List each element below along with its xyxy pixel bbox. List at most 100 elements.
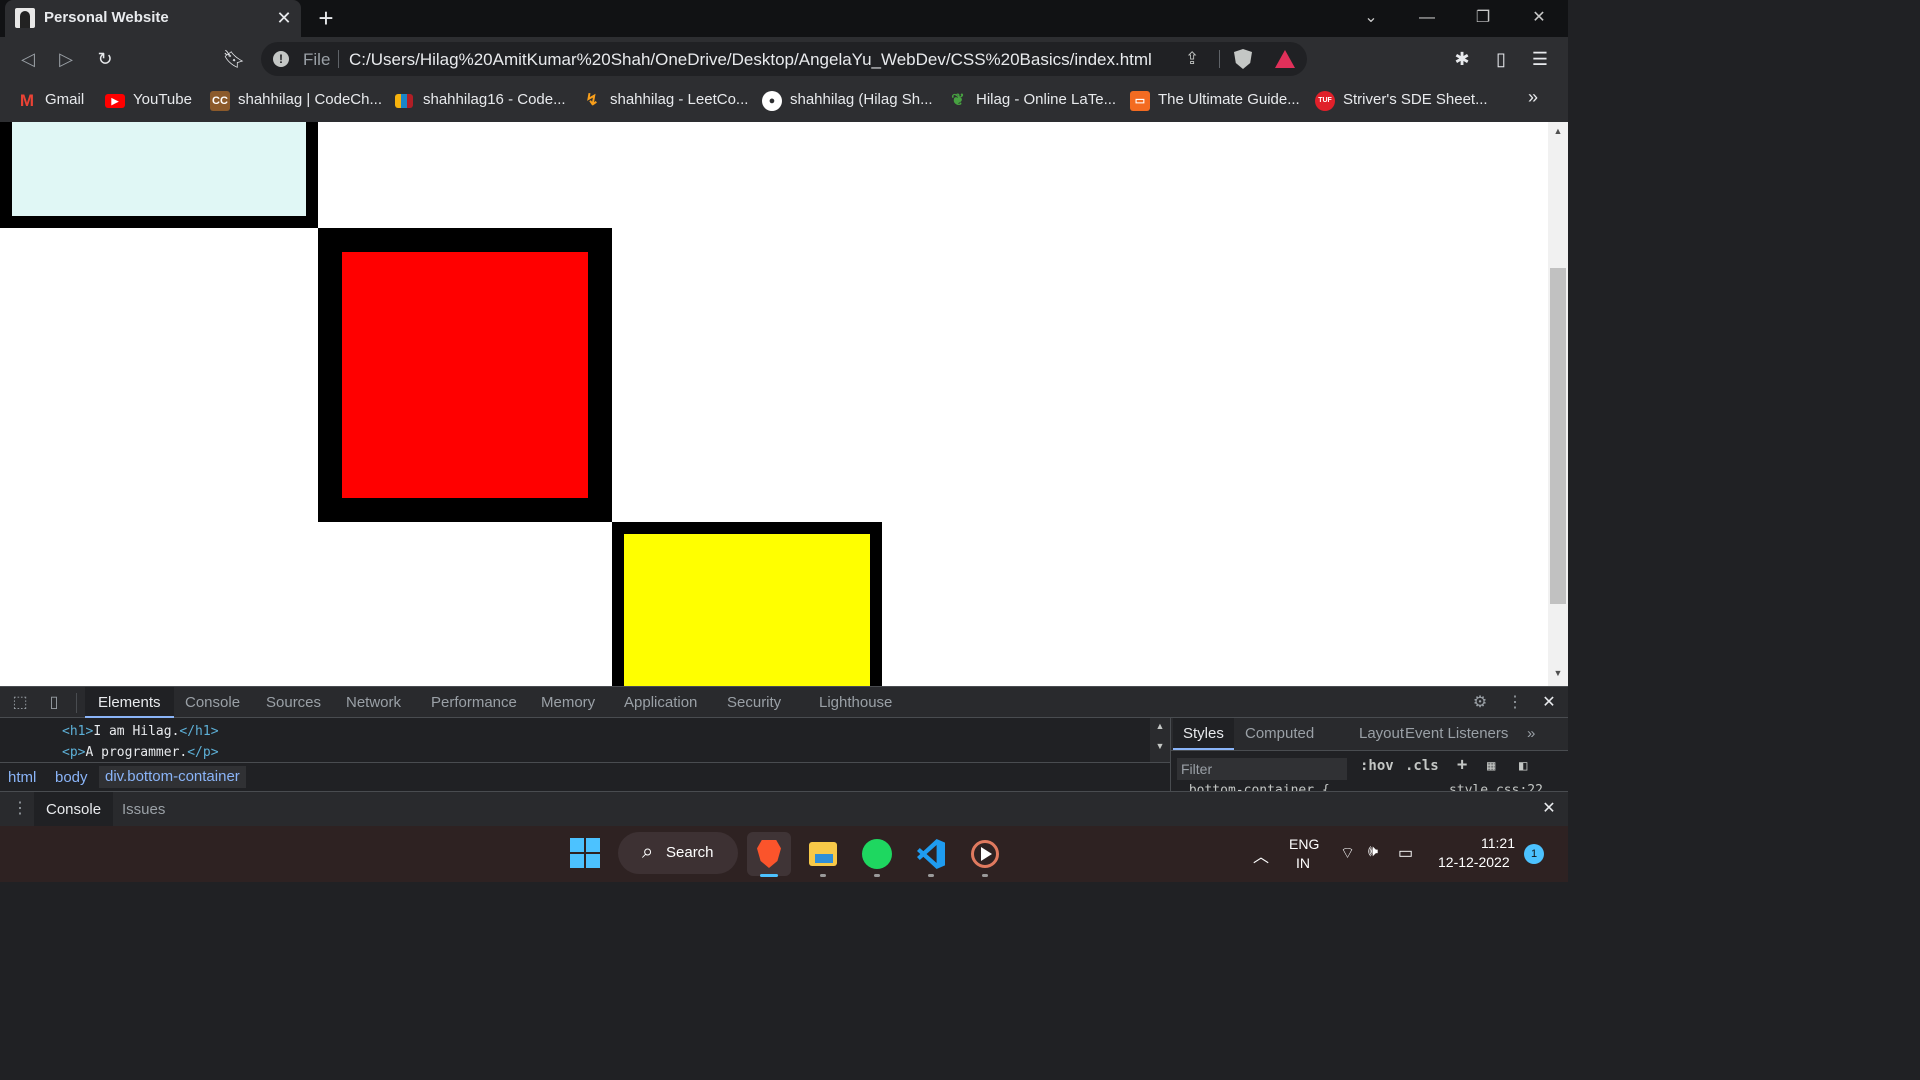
dom-tree[interactable]: <h1>I am Hilag.</h1> <p>A programmer.</p… bbox=[0, 718, 1170, 762]
scrollbar-thumb[interactable] bbox=[1550, 268, 1566, 604]
forward-icon[interactable]: ▷ bbox=[52, 45, 80, 73]
dom-scroll-down-icon[interactable]: ▼ bbox=[1150, 741, 1170, 751]
codeforces-icon bbox=[395, 94, 413, 108]
styles-filter-input[interactable]: Filter bbox=[1177, 758, 1347, 780]
bookmark-label: Striver's SDE Sheet... bbox=[1343, 91, 1488, 108]
bookmark-icon[interactable]: 🔖︎ bbox=[220, 45, 248, 73]
kebab-menu-icon[interactable]: ⋮ bbox=[1503, 692, 1527, 714]
styles-pane: Styles Computed Layout Event Listeners »… bbox=[1170, 718, 1568, 791]
brave-active-indicator bbox=[760, 874, 778, 877]
cls-toggle[interactable]: .cls bbox=[1405, 758, 1439, 774]
cyan-box bbox=[0, 122, 318, 228]
notification-badge[interactable]: 1 bbox=[1524, 844, 1544, 864]
tab-sources[interactable]: Sources bbox=[253, 687, 334, 718]
url-text[interactable]: C:/Users/Hilag%20AmitKumar%20Shah/OneDri… bbox=[349, 50, 1152, 70]
reload-icon[interactable]: ↻ bbox=[91, 45, 119, 73]
tab-performance[interactable]: Performance bbox=[418, 687, 530, 718]
bookmark-label: shahhilag - LeetCo... bbox=[610, 91, 749, 108]
new-rule-icon[interactable]: + bbox=[1457, 755, 1467, 775]
close-devtools-icon[interactable]: ✕ bbox=[1537, 692, 1561, 714]
back-icon[interactable]: ◁ bbox=[14, 45, 42, 73]
volume-icon[interactable]: 🕪︎ bbox=[1368, 843, 1378, 861]
minimize-button[interactable]: — bbox=[1407, 4, 1447, 32]
codechef-icon: CC bbox=[210, 91, 230, 111]
dom-scroll-up-icon[interactable]: ▲ bbox=[1150, 721, 1170, 731]
yellow-box bbox=[612, 522, 882, 686]
crumb-body[interactable]: body bbox=[55, 769, 88, 786]
spotify-icon[interactable] bbox=[855, 832, 899, 876]
file-explorer-icon[interactable] bbox=[801, 832, 845, 876]
scroll-up-arrow-icon[interactable]: ▲ bbox=[1548, 126, 1568, 136]
toggle-sidebar-icon[interactable]: ◧ bbox=[1519, 758, 1527, 774]
close-drawer-icon[interactable]: ✕ bbox=[1537, 798, 1561, 820]
inspect-element-icon[interactable]: ⬚ bbox=[8, 692, 32, 714]
tab-network[interactable]: Network bbox=[333, 687, 414, 718]
brave-shields-icon[interactable] bbox=[1234, 49, 1252, 69]
address-bar[interactable]: ! File C:/Users/Hilag%20AmitKumar%20Shah… bbox=[261, 42, 1307, 76]
new-tab-button[interactable]: + bbox=[312, 4, 340, 32]
brave-app-icon[interactable] bbox=[747, 832, 791, 876]
scroll-down-arrow-icon[interactable]: ▼ bbox=[1548, 668, 1568, 678]
tab-search-icon[interactable]: ⌄ bbox=[1351, 4, 1391, 32]
tab-elements[interactable]: Elements bbox=[85, 687, 174, 718]
bookmarks-bar: M Gmail ▶ YouTube CC shahhilag | CodeCh.… bbox=[0, 81, 1568, 122]
restore-button[interactable]: ❐ bbox=[1463, 4, 1503, 32]
menu-icon[interactable]: ☰ bbox=[1526, 45, 1554, 73]
bookmark-label: shahhilag | CodeCh... bbox=[238, 91, 382, 108]
more-bookmarks-icon[interactable]: » bbox=[1528, 87, 1538, 108]
red-box bbox=[318, 228, 612, 522]
dom-close-tag: </p> bbox=[187, 745, 219, 760]
paint-icon[interactable]: ▦ bbox=[1487, 758, 1495, 774]
dom-scrollbar[interactable]: ▲ ▼ bbox=[1150, 718, 1170, 762]
tray-overflow-icon[interactable]: ︿ bbox=[1253, 843, 1269, 867]
more-tabs-icon[interactable]: » bbox=[1517, 718, 1545, 750]
settings-gear-icon[interactable]: ⚙ bbox=[1468, 692, 1492, 714]
tab-styles[interactable]: Styles bbox=[1173, 718, 1234, 750]
console-drawer: ⋮ Console Issues ✕ bbox=[0, 791, 1568, 827]
brave-rewards-icon[interactable] bbox=[1275, 50, 1295, 68]
tab-security[interactable]: Security bbox=[714, 687, 794, 718]
dom-close-tag: </h1> bbox=[179, 724, 219, 739]
close-window-button[interactable]: ✕ bbox=[1519, 4, 1559, 32]
tab-computed[interactable]: Computed bbox=[1235, 718, 1324, 750]
wifi-icon[interactable]: ⌔ bbox=[1340, 843, 1355, 863]
site-info-icon[interactable]: ! bbox=[273, 51, 289, 67]
dom-text: A programmer. bbox=[85, 745, 188, 760]
bookmark-label: YouTube bbox=[133, 91, 192, 108]
rule-source-link[interactable]: style.css:22 bbox=[1449, 782, 1543, 791]
clock-date[interactable]: 12-12-2022 bbox=[1438, 854, 1510, 870]
tab-memory[interactable]: Memory bbox=[528, 687, 608, 718]
device-toolbar-icon[interactable]: ▯ bbox=[42, 692, 66, 714]
media-player-icon[interactable] bbox=[963, 832, 1007, 876]
extensions-icon[interactable]: ✱ bbox=[1448, 45, 1476, 73]
guide-icon: ▭ bbox=[1130, 91, 1150, 111]
breadcrumb: html body div.bottom-container bbox=[0, 762, 1170, 791]
share-icon[interactable]: ⇪ bbox=[1185, 49, 1199, 69]
windows-start-icon[interactable] bbox=[570, 838, 600, 868]
drawer-tab-console[interactable]: Console bbox=[34, 792, 114, 827]
crumb-bottom-container[interactable]: div.bottom-container bbox=[99, 766, 246, 788]
gmail-icon: M bbox=[19, 91, 35, 110]
vscode-icon[interactable] bbox=[909, 832, 953, 876]
clock-time[interactable]: 11:21 bbox=[1481, 835, 1515, 851]
drawer-tab-issues[interactable]: Issues bbox=[110, 792, 177, 827]
sidebar-icon[interactable]: ▯ bbox=[1487, 45, 1515, 73]
omnibox-divider bbox=[1219, 50, 1220, 68]
tab-close-icon[interactable]: ✕ bbox=[273, 6, 295, 30]
tab-event-listeners[interactable]: Event Listeners bbox=[1395, 718, 1518, 750]
battery-icon[interactable]: ▭ bbox=[1398, 843, 1413, 863]
tab-application[interactable]: Application bbox=[611, 687, 710, 718]
taskbar: ⌕ Search ︿ ENG IN ⌔ 🕪︎ ▭ 11:21 12-12-202… bbox=[0, 826, 1568, 882]
dom-node-p[interactable]: <p>A programmer.</p> bbox=[62, 745, 219, 760]
taskbar-search[interactable]: ⌕ Search bbox=[618, 832, 738, 874]
crumb-html[interactable]: html bbox=[8, 769, 36, 786]
drawer-menu-icon[interactable]: ⋮ bbox=[8, 798, 32, 820]
tab-lighthouse[interactable]: Lighthouse bbox=[806, 687, 905, 718]
language-indicator[interactable]: ENG bbox=[1289, 836, 1319, 852]
tab-console[interactable]: Console bbox=[172, 687, 253, 718]
hov-toggle[interactable]: :hov bbox=[1360, 758, 1394, 774]
region-indicator[interactable]: IN bbox=[1296, 855, 1310, 871]
page-scrollbar[interactable]: ▲ ▼ bbox=[1548, 122, 1568, 686]
browser-tab[interactable]: Personal Website ✕ bbox=[5, 0, 301, 37]
dom-node-h1[interactable]: <h1>I am Hilag.</h1> bbox=[62, 724, 219, 739]
